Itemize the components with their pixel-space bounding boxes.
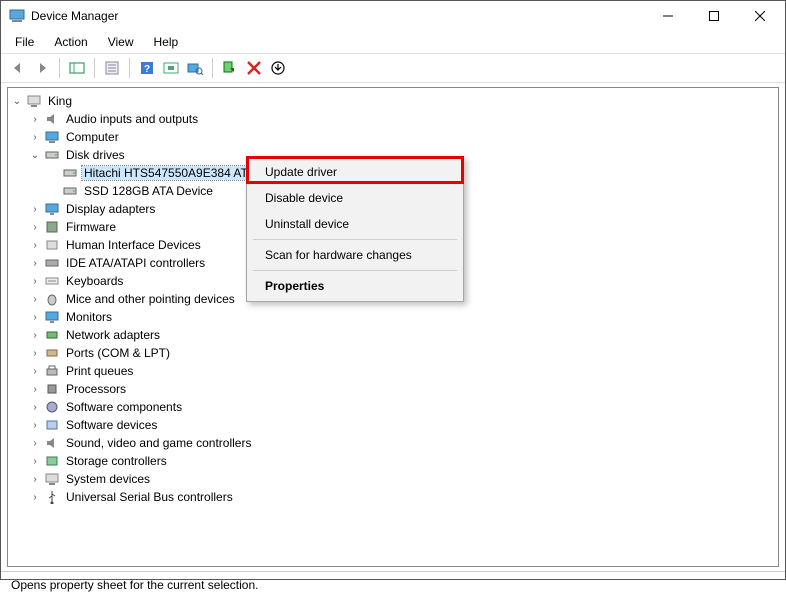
chevron-right-icon[interactable]: › <box>28 456 42 467</box>
audio-icon <box>44 111 60 127</box>
network-icon <box>44 327 60 343</box>
chevron-right-icon[interactable]: › <box>28 384 42 395</box>
title-bar: Device Manager <box>1 1 785 31</box>
chevron-right-icon[interactable]: › <box>28 348 42 359</box>
help-button[interactable]: ? <box>136 57 158 79</box>
computer-icon <box>26 93 42 109</box>
tree-root[interactable]: ⌄ King <box>10 92 776 110</box>
status-text: Opens property sheet for the current sel… <box>11 578 258 592</box>
tree-item-printqueues[interactable]: ›Print queues <box>28 362 776 380</box>
sound-icon <box>44 435 60 451</box>
system-icon <box>44 471 60 487</box>
app-icon <box>9 8 25 24</box>
keyboard-icon <box>44 273 60 289</box>
show-hide-console-button[interactable] <box>66 57 88 79</box>
context-properties[interactable]: Properties <box>249 273 461 299</box>
tree-item-software-components[interactable]: ›Software components <box>28 398 776 416</box>
properties-button[interactable] <box>101 57 123 79</box>
monitor-icon <box>44 309 60 325</box>
hid-icon <box>44 237 60 253</box>
chevron-right-icon[interactable]: › <box>28 222 42 233</box>
chevron-right-icon[interactable]: › <box>28 492 42 503</box>
tree-item-processors[interactable]: ›Processors <box>28 380 776 398</box>
forward-button[interactable] <box>31 57 53 79</box>
chevron-right-icon[interactable]: › <box>28 402 42 413</box>
tree-item-system[interactable]: ›System devices <box>28 470 776 488</box>
usb-icon <box>44 489 60 505</box>
software-icon <box>44 417 60 433</box>
window-title: Device Manager <box>31 9 645 23</box>
menu-action[interactable]: Action <box>46 33 95 51</box>
firmware-icon <box>44 219 60 235</box>
context-uninstall-device[interactable]: Uninstall device <box>249 211 461 237</box>
menu-help[interactable]: Help <box>146 33 187 51</box>
uninstall-device-button[interactable] <box>243 57 265 79</box>
mouse-icon <box>44 291 60 307</box>
processor-icon <box>44 381 60 397</box>
disk-icon <box>44 147 60 163</box>
tree-item-monitors[interactable]: ›Monitors <box>28 308 776 326</box>
chevron-right-icon[interactable]: › <box>28 366 42 377</box>
svg-text:?: ? <box>144 64 150 75</box>
disk-icon <box>62 183 78 199</box>
context-scan-hardware[interactable]: Scan for hardware changes <box>249 242 461 268</box>
close-button[interactable] <box>737 1 783 31</box>
chevron-right-icon[interactable]: › <box>28 276 42 287</box>
chevron-right-icon[interactable]: › <box>28 258 42 269</box>
chevron-right-icon[interactable]: › <box>28 240 42 251</box>
chevron-right-icon[interactable]: › <box>28 474 42 485</box>
tree-item-ports[interactable]: ›Ports (COM & LPT) <box>28 344 776 362</box>
menu-file[interactable]: File <box>7 33 42 51</box>
chevron-right-icon[interactable]: › <box>28 294 42 305</box>
maximize-button[interactable] <box>691 1 737 31</box>
tree-item-audio[interactable]: ›Audio inputs and outputs <box>28 110 776 128</box>
disk-icon <box>62 165 78 181</box>
context-menu: Update driver Disable device Uninstall d… <box>246 156 464 302</box>
chevron-right-icon[interactable]: › <box>28 420 42 431</box>
tree-item-network[interactable]: ›Network adapters <box>28 326 776 344</box>
context-disable-device[interactable]: Disable device <box>249 185 461 211</box>
minimize-button[interactable] <box>645 1 691 31</box>
chevron-right-icon[interactable]: › <box>28 438 42 449</box>
tree-item-computer[interactable]: ›Computer <box>28 128 776 146</box>
status-bar: Opens property sheet for the current sel… <box>1 571 785 599</box>
context-separator <box>253 239 457 240</box>
chevron-right-icon[interactable]: › <box>28 132 42 143</box>
action-button[interactable] <box>160 57 182 79</box>
device-tree-panel: ⌄ King ›Audio inputs and outputs ›Comput… <box>7 87 779 567</box>
chevron-down-icon[interactable]: ⌄ <box>28 150 42 161</box>
tree-item-software-devices[interactable]: ›Software devices <box>28 416 776 434</box>
scan-button[interactable] <box>184 57 206 79</box>
ide-icon <box>44 255 60 271</box>
tree-item-usb[interactable]: ›Universal Serial Bus controllers <box>28 488 776 506</box>
context-separator <box>253 270 457 271</box>
chevron-right-icon[interactable]: › <box>28 114 42 125</box>
software-icon <box>44 399 60 415</box>
tree-root-label: King <box>46 94 74 108</box>
tree-item-sound[interactable]: ›Sound, video and game controllers <box>28 434 776 452</box>
storage-icon <box>44 453 60 469</box>
chevron-right-icon[interactable]: › <box>28 312 42 323</box>
menu-view[interactable]: View <box>100 33 142 51</box>
menu-bar: File Action View Help <box>1 31 785 53</box>
chevron-right-icon[interactable]: › <box>28 204 42 215</box>
chevron-right-icon[interactable]: › <box>28 330 42 341</box>
printer-icon <box>44 363 60 379</box>
computer-icon <box>44 129 60 145</box>
ports-icon <box>44 345 60 361</box>
enable-device-button[interactable] <box>219 57 241 79</box>
toolbar: ? <box>1 53 785 83</box>
update-driver-button[interactable] <box>267 57 289 79</box>
chevron-down-icon[interactable]: ⌄ <box>10 96 24 107</box>
tree-item-storage[interactable]: ›Storage controllers <box>28 452 776 470</box>
display-icon <box>44 201 60 217</box>
back-button[interactable] <box>7 57 29 79</box>
context-update-driver[interactable]: Update driver <box>249 159 461 185</box>
